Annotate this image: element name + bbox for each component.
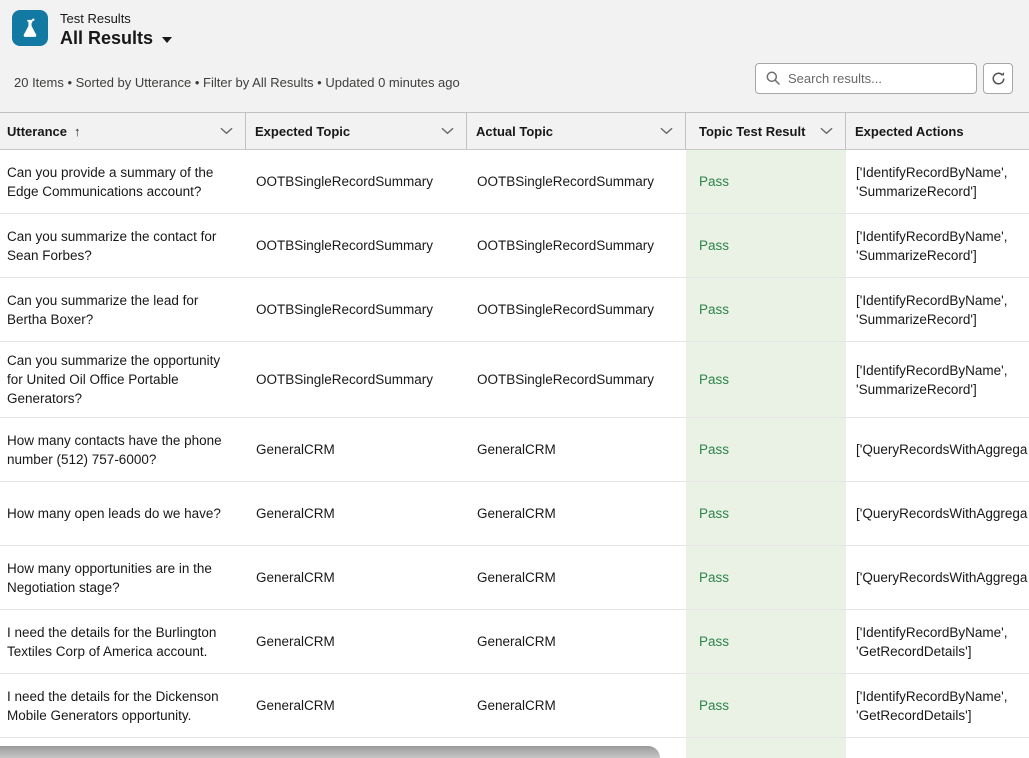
column-header-expected-actions[interactable]: Expected Actions [846, 113, 1029, 149]
cell-topic-test-result: Pass [686, 482, 846, 545]
cell-actual-topic: GeneralCRM [467, 418, 686, 481]
table-header-row: Utterance ↑ Expected Topic Actual Topic [0, 112, 1029, 150]
cell-actual-topic: OOTBSingleRecordSummary [467, 214, 686, 277]
cell-topic-test-result: Pass [686, 214, 846, 277]
column-label: Actual Topic [476, 124, 553, 139]
cell-expected-topic: OOTBSingleRecordSummary [246, 342, 467, 417]
cell-actual-topic: GeneralCRM [467, 482, 686, 545]
search-box[interactable] [755, 63, 977, 94]
cell-actual-topic: OOTBSingleRecordSummary [467, 150, 686, 213]
cell-utterance: Can you summarize the opportunity for Un… [0, 342, 246, 417]
chevron-down-icon [820, 127, 833, 135]
column-menu-button[interactable] [656, 125, 677, 137]
cell-actual-topic: GeneralCRM [467, 674, 686, 737]
table-row: Can you provide a summary of the Edge Co… [0, 150, 1029, 214]
list-meta-row: 20 Items • Sorted by Utterance • Filter … [14, 62, 1013, 94]
cell-expected-actions: ['IdentifyRecordByName', 'SummarizeRecor… [846, 150, 1029, 213]
table-row: How many open leads do we have? GeneralC… [0, 482, 1029, 546]
column-header-actual-topic[interactable]: Actual Topic [467, 113, 686, 149]
list-info-text: 20 Items • Sorted by Utterance • Filter … [14, 75, 460, 90]
cell-utterance: I need the details for the Dickenson Mob… [0, 674, 246, 737]
sort-ascending-icon: ↑ [74, 124, 81, 139]
page-header: Test Results All Results 20 Items • Sort… [0, 0, 1029, 112]
cell-actual-topic: OOTBSingleRecordSummary [467, 342, 686, 417]
cell-utterance: How many contacts have the phone number … [0, 418, 246, 481]
cell-topic-test-result: Pass [686, 278, 846, 341]
table-row: How many opportunities are in the Negoti… [0, 546, 1029, 610]
flask-icon [19, 17, 41, 39]
results-table: Utterance ↑ Expected Topic Actual Topic [0, 112, 1029, 758]
view-label: All Results [60, 28, 153, 49]
cell-topic-test-result: Pass [686, 150, 846, 213]
search-icon [766, 71, 780, 85]
cell-expected-actions: ['IdentifyRecordByName', 'GetRecordDetai… [846, 674, 1029, 737]
cell-topic-test-result: Pass [686, 418, 846, 481]
cell-utterance: Can you summarize the contact for Sean F… [0, 214, 246, 277]
cell-topic-test-result: Pass [686, 546, 846, 609]
chevron-down-icon [220, 127, 233, 135]
cell-utterance: How many open leads do we have? [0, 482, 246, 545]
column-label: Expected Topic [255, 124, 350, 139]
table-row: Can you summarize the opportunity for Un… [0, 342, 1029, 418]
object-label: Test Results [60, 11, 172, 26]
table-row: Can you summarize the contact for Sean F… [0, 214, 1029, 278]
table-row: How many contacts have the phone number … [0, 418, 1029, 482]
cell-utterance: Can you provide a summary of the Edge Co… [0, 150, 246, 213]
search-input[interactable] [788, 71, 966, 86]
cell-expected-actions: ['QueryRecordsWithAggrega [846, 482, 1029, 545]
column-header-utterance[interactable]: Utterance ↑ [0, 113, 246, 149]
cell-expected-actions: ['IdentifyRecordByName', 'SummarizeRecor… [846, 278, 1029, 341]
column-label: Utterance [7, 124, 67, 139]
column-label: Topic Test Result [699, 124, 805, 139]
cell-expected-actions: ['IdentifyRecordByName', 'GetRecordDetai… [846, 610, 1029, 673]
refresh-icon [991, 71, 1006, 86]
list-controls [755, 63, 1013, 94]
cell-topic-test-result [686, 738, 846, 758]
table-body: Can you provide a summary of the Edge Co… [0, 150, 1029, 758]
cell-expected-actions: ['IdentifyRecordByName' [846, 738, 1029, 758]
cell-expected-actions: ['QueryRecordsWithAggrega [846, 418, 1029, 481]
refresh-button[interactable] [983, 63, 1013, 94]
cell-expected-actions: ['IdentifyRecordByName', 'SummarizeRecor… [846, 214, 1029, 277]
cell-utterance: Can you summarize the lead for Bertha Bo… [0, 278, 246, 341]
cell-actual-topic: GeneralCRM [467, 546, 686, 609]
cell-topic-test-result: Pass [686, 342, 846, 417]
cell-expected-actions: ['QueryRecordsWithAggrega [846, 546, 1029, 609]
cell-topic-test-result: Pass [686, 610, 846, 673]
column-header-topic-test-result[interactable]: Topic Test Result [686, 113, 846, 149]
chevron-down-icon [441, 127, 454, 135]
column-menu-button[interactable] [437, 125, 458, 137]
cell-topic-test-result: Pass [686, 674, 846, 737]
column-menu-button[interactable] [216, 125, 237, 137]
cell-actual-topic: GeneralCRM [467, 610, 686, 673]
column-menu-button[interactable] [816, 125, 837, 137]
cell-expected-topic: GeneralCRM [246, 610, 467, 673]
cell-expected-topic: OOTBSingleRecordSummary [246, 214, 467, 277]
cell-expected-topic: OOTBSingleRecordSummary [246, 150, 467, 213]
cell-expected-topic: OOTBSingleRecordSummary [246, 278, 467, 341]
table-row: I need the details for the Burlington Te… [0, 610, 1029, 674]
cell-utterance: I need the details for the Burlington Te… [0, 610, 246, 673]
title-row: Test Results All Results [0, 0, 1029, 49]
docked-window-edge [0, 746, 660, 758]
column-label: Expected Actions [855, 124, 964, 139]
test-results-page: Test Results All Results 20 Items • Sort… [0, 0, 1029, 758]
cell-expected-topic: GeneralCRM [246, 418, 467, 481]
caret-down-icon [162, 37, 172, 43]
cell-expected-topic: GeneralCRM [246, 674, 467, 737]
table-row: I need the details for the Dickenson Mob… [0, 674, 1029, 738]
cell-expected-topic: GeneralCRM [246, 546, 467, 609]
cell-utterance: How many opportunities are in the Negoti… [0, 546, 246, 609]
cell-actual-topic: OOTBSingleRecordSummary [467, 278, 686, 341]
title-block: Test Results All Results [60, 10, 172, 49]
column-header-expected-topic[interactable]: Expected Topic [246, 113, 467, 149]
cell-expected-actions: ['IdentifyRecordByName', 'SummarizeRecor… [846, 342, 1029, 417]
cell-expected-topic: GeneralCRM [246, 482, 467, 545]
table-row: Can you summarize the lead for Bertha Bo… [0, 278, 1029, 342]
test-results-flask-icon [12, 10, 48, 46]
list-view-selector[interactable]: All Results [60, 28, 172, 49]
chevron-down-icon [660, 127, 673, 135]
